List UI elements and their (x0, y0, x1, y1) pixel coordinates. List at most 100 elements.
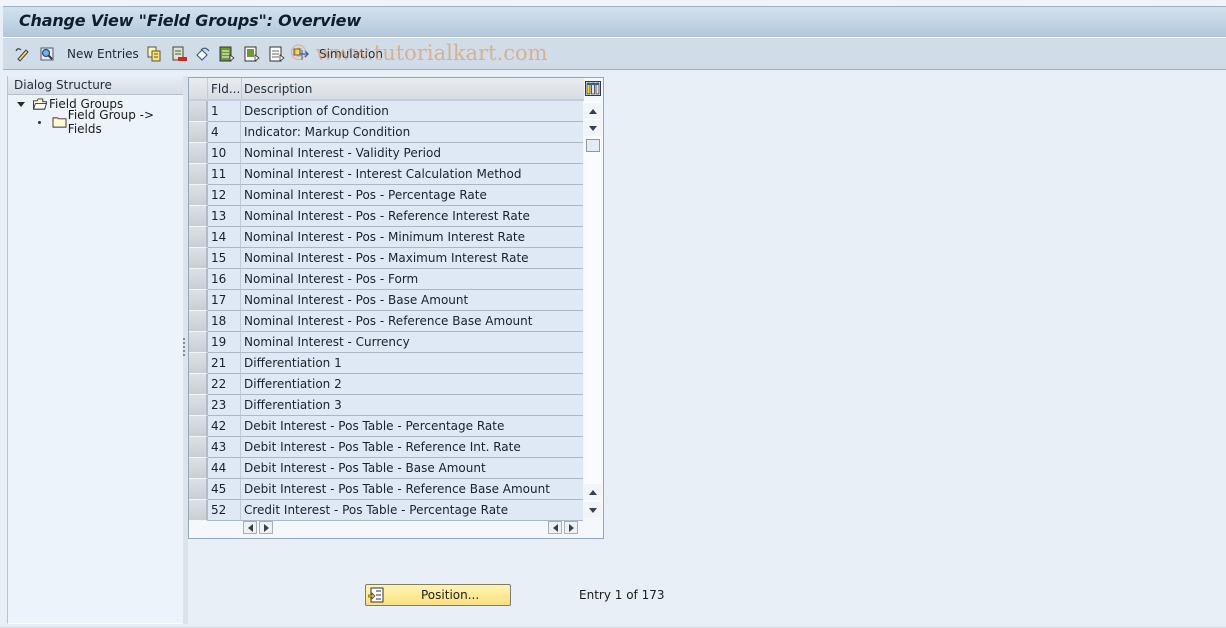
simulation-button[interactable]: Simulation (319, 45, 383, 63)
copy-as-button[interactable] (146, 45, 162, 63)
row-selector[interactable] (189, 458, 208, 479)
table-row[interactable]: 43 Debit Interest - Pos Table - Reference… (189, 437, 583, 458)
cell-fld[interactable]: 21 (208, 353, 241, 374)
deselect-all-button[interactable] (269, 45, 285, 63)
table-row[interactable]: 1 Description of Condition (189, 101, 583, 122)
cell-description[interactable]: Debit Interest - Pos Table - Reference I… (241, 437, 583, 458)
table-row[interactable]: 23 Differentiation 3 (189, 395, 583, 416)
cell-description[interactable]: Debit Interest - Pos Table - Base Amount (241, 458, 583, 479)
table-row[interactable]: 19 Nominal Interest - Currency (189, 332, 583, 353)
table-row[interactable]: 22 Differentiation 2 (189, 374, 583, 395)
row-selector[interactable] (189, 164, 208, 185)
cell-description[interactable]: Nominal Interest - Pos - Reference Base … (241, 311, 583, 332)
vertical-scrollbar[interactable] (584, 101, 601, 519)
row-selector[interactable] (189, 311, 208, 332)
column-header-description[interactable]: Description (244, 82, 312, 96)
cell-fld[interactable]: 14 (208, 227, 241, 248)
scroll-down-button[interactable] (584, 120, 601, 136)
table-row[interactable]: 11 Nominal Interest - Interest Calculatio… (189, 164, 583, 185)
row-selector[interactable] (189, 269, 208, 290)
table-row[interactable]: 12 Nominal Interest - Pos - Percentage Ra… (189, 185, 583, 206)
display-change-button[interactable] (15, 45, 31, 63)
cell-description[interactable]: Nominal Interest - Pos - Maximum Interes… (241, 248, 583, 269)
row-selector[interactable] (189, 416, 208, 437)
cell-description[interactable]: Differentiation 1 (241, 353, 583, 374)
position-button[interactable]: Position... (365, 584, 511, 606)
new-entries-button[interactable]: New Entries (67, 45, 139, 63)
scroll-left-button[interactable] (548, 521, 562, 534)
tree-node-field-group-fields[interactable]: Field Group -> Fields (8, 108, 184, 136)
row-selector[interactable] (189, 101, 208, 122)
cell-description[interactable]: Nominal Interest - Pos - Form (241, 269, 583, 290)
table-row[interactable]: 18 Nominal Interest - Pos - Reference Bas… (189, 311, 583, 332)
scroll-right-button[interactable] (564, 521, 578, 534)
table-row[interactable]: 44 Debit Interest - Pos Table - Base Amou… (189, 458, 583, 479)
cell-description[interactable]: Nominal Interest - Pos - Percentage Rate (241, 185, 583, 206)
cell-fld[interactable]: 10 (208, 143, 241, 164)
row-selector[interactable] (189, 227, 208, 248)
cell-fld[interactable]: 1 (208, 101, 241, 122)
cell-fld[interactable]: 45 (208, 479, 241, 500)
row-selector[interactable] (189, 185, 208, 206)
cell-fld[interactable]: 19 (208, 332, 241, 353)
cell-fld[interactable]: 17 (208, 290, 241, 311)
select-all-button[interactable] (219, 45, 235, 63)
table-row[interactable]: 45 Debit Interest - Pos Table - Reference… (189, 479, 583, 500)
table-row[interactable]: 52 Credit Interest - Pos Table - Percenta… (189, 500, 583, 521)
column-divider[interactable] (241, 78, 242, 99)
page-down-button[interactable] (584, 502, 601, 518)
cell-description[interactable]: Debit Interest - Pos Table - Percentage … (241, 416, 583, 437)
cell-description[interactable]: Description of Condition (241, 101, 583, 122)
row-selector[interactable] (189, 395, 208, 416)
cell-fld[interactable]: 44 (208, 458, 241, 479)
row-selector[interactable] (189, 206, 208, 227)
cell-fld[interactable]: 42 (208, 416, 241, 437)
select-all-rows-cell[interactable] (189, 78, 208, 99)
scroll-right-button[interactable] (259, 521, 273, 534)
row-selector[interactable] (189, 437, 208, 458)
cell-fld[interactable]: 43 (208, 437, 241, 458)
row-selector[interactable] (189, 122, 208, 143)
row-selector[interactable] (189, 353, 208, 374)
row-selector[interactable] (189, 374, 208, 395)
cell-fld[interactable]: 52 (208, 500, 241, 521)
column-settings-button[interactable] (585, 81, 601, 96)
scroll-left-button[interactable] (243, 521, 257, 534)
table-row[interactable]: 16 Nominal Interest - Pos - Form (189, 269, 583, 290)
table-row[interactable]: 21 Differentiation 1 (189, 353, 583, 374)
cell-fld[interactable]: 15 (208, 248, 241, 269)
cell-description[interactable]: Nominal Interest - Interest Calculation … (241, 164, 583, 185)
transport-button[interactable] (293, 45, 309, 63)
cell-description[interactable]: Nominal Interest - Validity Period (241, 143, 583, 164)
row-selector[interactable] (189, 479, 208, 500)
scroll-thumb[interactable] (586, 139, 600, 152)
cell-fld[interactable]: 16 (208, 269, 241, 290)
page-up-button[interactable] (584, 484, 601, 500)
cell-description[interactable]: Nominal Interest - Currency (241, 332, 583, 353)
cell-description[interactable]: Nominal Interest - Pos - Reference Inter… (241, 206, 583, 227)
table-row[interactable]: 4 Indicator: Markup Condition (189, 122, 583, 143)
cell-fld[interactable]: 18 (208, 311, 241, 332)
table-row[interactable]: 13 Nominal Interest - Pos - Reference Int… (189, 206, 583, 227)
cell-fld[interactable]: 13 (208, 206, 241, 227)
cell-description[interactable]: Debit Interest - Pos Table - Reference B… (241, 479, 583, 500)
undo-change-button[interactable] (195, 45, 211, 63)
cell-description[interactable]: Nominal Interest - Pos - Base Amount (241, 290, 583, 311)
table-row[interactable]: 15 Nominal Interest - Pos - Maximum Inter… (189, 248, 583, 269)
find-button[interactable] (39, 45, 55, 63)
column-header-fld[interactable]: Fld... (211, 82, 240, 96)
cell-description[interactable]: Indicator: Markup Condition (241, 122, 583, 143)
select-block-button[interactable] (244, 45, 260, 63)
cell-description[interactable]: Differentiation 3 (241, 395, 583, 416)
cell-description[interactable]: Differentiation 2 (241, 374, 583, 395)
expand-arrow-icon[interactable] (17, 101, 25, 107)
row-selector[interactable] (189, 248, 208, 269)
cell-fld[interactable]: 22 (208, 374, 241, 395)
row-selector[interactable] (189, 500, 208, 521)
delete-button[interactable] (171, 45, 187, 63)
cell-description[interactable]: Nominal Interest - Pos - Minimum Interes… (241, 227, 583, 248)
row-selector[interactable] (189, 332, 208, 353)
table-row[interactable]: 42 Debit Interest - Pos Table - Percentag… (189, 416, 583, 437)
row-selector[interactable] (189, 143, 208, 164)
cell-fld[interactable]: 23 (208, 395, 241, 416)
